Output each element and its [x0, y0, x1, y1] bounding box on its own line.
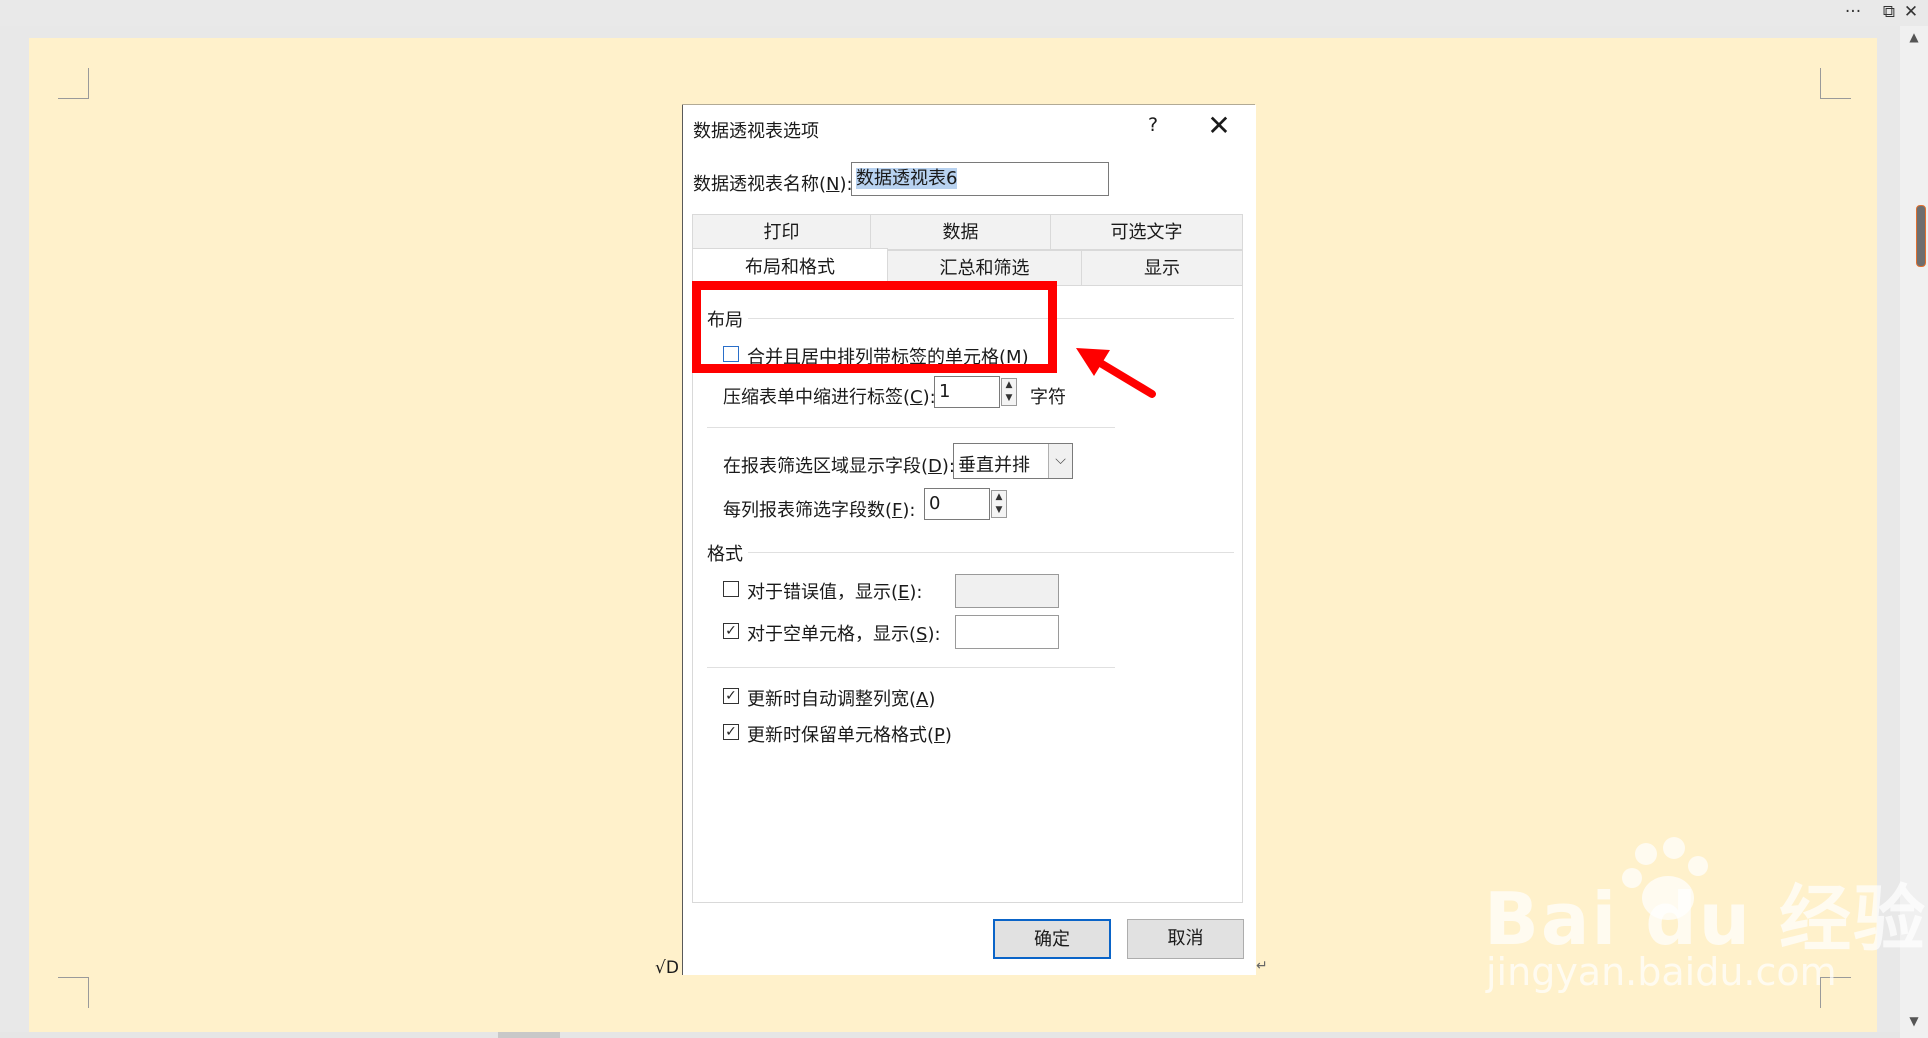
red-highlight-box: [692, 281, 1057, 373]
window-title-strip: [0, 0, 1928, 26]
dialog-title: 数据透视表选项: [693, 121, 819, 142]
filter-count-label: 每列报表筛选字段数(F):: [723, 500, 916, 521]
autofit-label: 更新时自动调整列宽(A): [747, 689, 936, 710]
tab-display[interactable]: 显示: [1081, 250, 1243, 286]
error-values-label: 对于错误值，显示(E):: [747, 582, 923, 603]
empty-cells-checkbox[interactable]: ✓: [723, 623, 739, 639]
chevron-down-icon[interactable]: ⌵: [1048, 444, 1072, 478]
indent-label: 压缩表单中缩进行标签(C):: [723, 387, 936, 408]
ok-button[interactable]: 确定: [993, 919, 1111, 959]
horizontal-scrollbar[interactable]: [0, 1032, 1900, 1038]
watermark-url: jingyan.baidu.com: [1486, 950, 1837, 994]
spin-up-icon[interactable]: ▲: [1002, 379, 1016, 392]
tab-data[interactable]: 数据: [870, 214, 1051, 250]
cancel-button[interactable]: 取消: [1127, 919, 1244, 959]
page-corner-mark: [58, 68, 89, 99]
document-text: √D: [655, 958, 679, 978]
preserve-format-checkbox[interactable]: ✓: [723, 724, 739, 740]
help-button[interactable]: ?: [1138, 114, 1168, 136]
error-values-checkbox[interactable]: [723, 581, 739, 597]
filter-area-label: 在报表筛选区域显示字段(D):: [723, 456, 955, 477]
empty-cells-input[interactable]: [955, 615, 1059, 649]
error-values-input[interactable]: [955, 574, 1059, 608]
format-heading: 格式: [707, 544, 743, 565]
spin-down-icon[interactable]: ▼: [1002, 392, 1016, 405]
paragraph-mark: ↵: [1256, 958, 1268, 974]
section-divider: [707, 427, 1115, 428]
red-arrow-icon: [1076, 348, 1156, 398]
filter-count-input[interactable]: 0: [924, 488, 990, 520]
section-divider: [748, 552, 1234, 553]
autofit-checkbox[interactable]: ✓: [723, 688, 739, 704]
more-options-icon[interactable]: ···: [1838, 0, 1868, 24]
preserve-format-label: 更新时保留单元格格式(P): [747, 725, 952, 746]
indent-input[interactable]: 1: [934, 376, 1000, 408]
filter-count-spinner[interactable]: ▲ ▼: [991, 490, 1007, 518]
horizontal-scrollbar-thumb[interactable]: [498, 1032, 560, 1038]
tab-alt-text[interactable]: 可选文字: [1050, 214, 1243, 250]
scroll-up-icon[interactable]: ▲: [1900, 28, 1928, 46]
pivot-name-input[interactable]: 数据透视表6: [851, 162, 1109, 196]
pivot-name-label: 数据透视表名称(N):: [693, 174, 853, 195]
indent-spinner[interactable]: ▲ ▼: [1001, 378, 1017, 406]
spin-up-icon[interactable]: ▲: [992, 491, 1006, 504]
scroll-down-icon[interactable]: ▼: [1900, 1012, 1928, 1030]
tab-print[interactable]: 打印: [692, 214, 871, 250]
page-corner-mark: [58, 977, 89, 1008]
section-divider: [707, 667, 1115, 668]
filter-area-value: 垂直并排: [958, 455, 1030, 476]
spin-down-icon[interactable]: ▼: [992, 504, 1006, 517]
close-window-icon[interactable]: ✕: [1896, 0, 1926, 24]
scrollbar-thumb[interactable]: [1916, 205, 1926, 267]
page-corner-mark: [1820, 68, 1851, 99]
indent-unit: 字符: [1030, 387, 1066, 408]
close-icon[interactable]: ✕: [1202, 110, 1236, 142]
empty-cells-label: 对于空单元格，显示(S):: [747, 624, 941, 645]
